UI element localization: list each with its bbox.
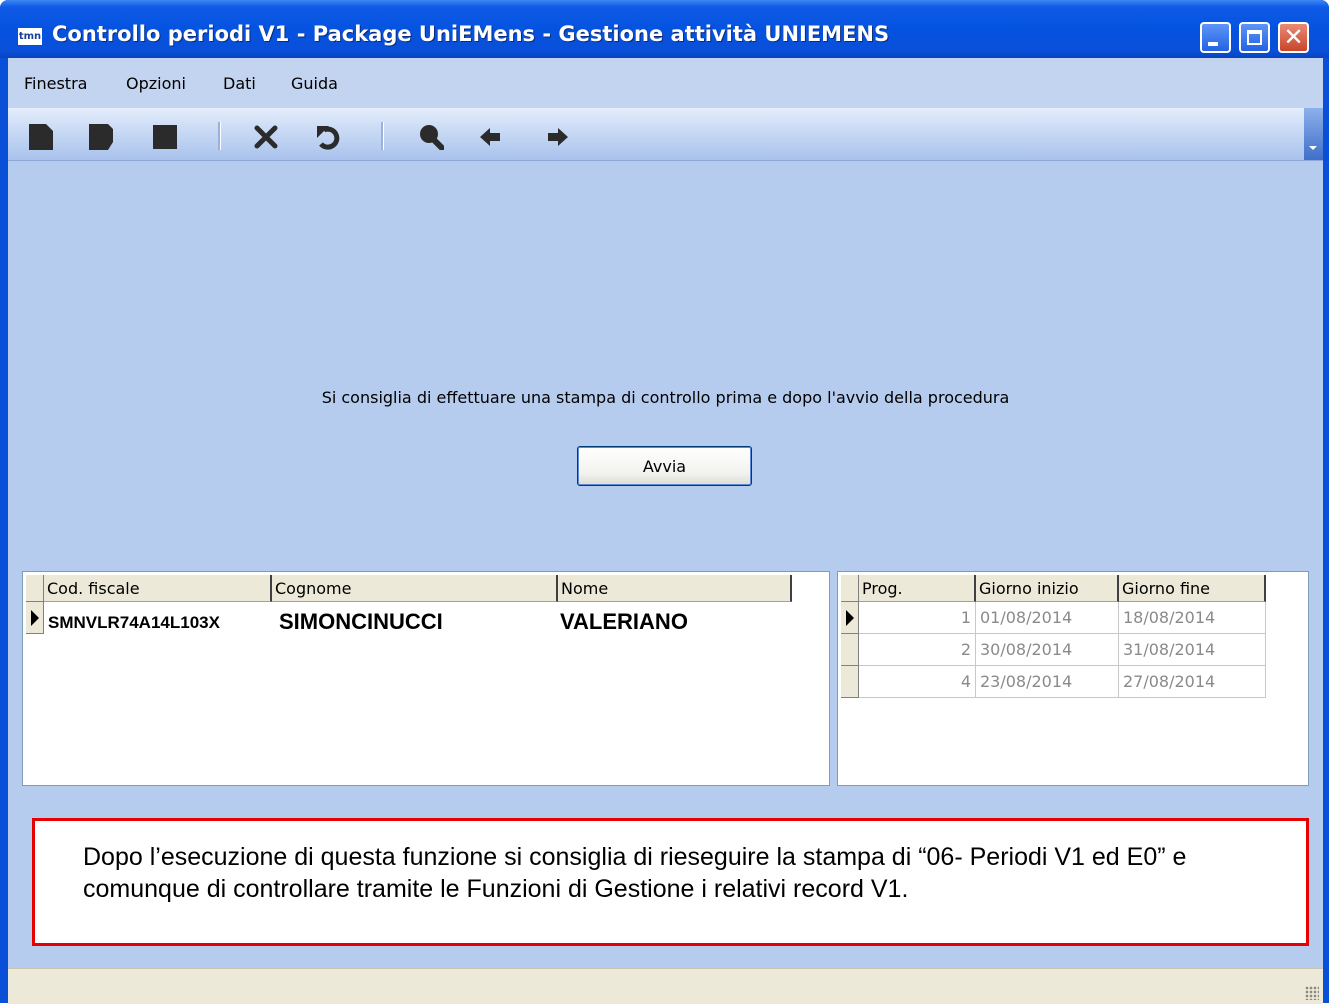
advice-text: Si consiglia di effettuare una stampa di…: [321, 388, 1010, 407]
toolbar-overflow-button[interactable]: [1304, 108, 1323, 160]
column-header-nome[interactable]: Nome: [558, 575, 792, 602]
grid-header-indicator: [841, 575, 859, 602]
cell-prog[interactable]: 2: [859, 634, 976, 666]
menu-dati[interactable]: Dati: [223, 74, 256, 93]
cell-prog[interactable]: 4: [859, 666, 976, 698]
periods-grid[interactable]: Prog. Giorno inizio Giorno fine 1 01/08/…: [837, 571, 1309, 786]
next-icon[interactable]: [544, 124, 570, 150]
cell-prog[interactable]: 1: [859, 602, 976, 634]
cell-giorno-fine[interactable]: 31/08/2014: [1119, 634, 1266, 666]
resize-grip-icon[interactable]: [1305, 986, 1319, 1000]
menu-finestra[interactable]: Finestra: [24, 74, 87, 93]
toolbar-separator: [218, 122, 221, 150]
current-row-arrow-icon: [31, 610, 39, 626]
previous-icon[interactable]: [478, 124, 504, 150]
menu-guida[interactable]: Guida: [291, 74, 338, 93]
cell-giorno-fine[interactable]: 18/08/2014: [1119, 602, 1266, 634]
chevron-down-icon: [1309, 146, 1317, 150]
window-title: Controllo periodi V1 - Package UniEMens …: [52, 22, 890, 46]
row-indicator[interactable]: [841, 666, 859, 698]
cell-giorno-fine[interactable]: 27/08/2014: [1119, 666, 1266, 698]
undo-icon[interactable]: [315, 124, 341, 150]
stop-icon[interactable]: [152, 124, 178, 150]
cell-giorno-inizio[interactable]: 23/08/2014: [976, 666, 1119, 698]
save-icon[interactable]: [88, 124, 114, 150]
cell-nome[interactable]: VALERIANO: [560, 609, 688, 635]
column-header-cognome[interactable]: Cognome: [272, 575, 558, 602]
close-button[interactable]: ✕: [1278, 22, 1309, 53]
status-bar: [8, 968, 1323, 1004]
row-indicator[interactable]: [841, 602, 859, 634]
row-indicator[interactable]: [26, 602, 44, 634]
row-indicator[interactable]: [841, 634, 859, 666]
menu-bar: Finestra Opzioni Dati Guida: [8, 58, 1323, 108]
cell-cognome[interactable]: SIMONCINUCCI: [279, 609, 443, 635]
delete-icon[interactable]: [253, 124, 279, 150]
column-header-cod-fiscale[interactable]: Cod. fiscale: [44, 575, 272, 602]
grid-header-indicator: [26, 575, 44, 602]
menu-opzioni[interactable]: Opzioni: [126, 74, 186, 93]
minimize-button[interactable]: [1200, 22, 1231, 53]
instruction-note-text: Dopo l’esecuzione di questa funzione si …: [83, 843, 1187, 903]
close-icon: ✕: [1283, 23, 1304, 51]
cell-giorno-inizio[interactable]: 30/08/2014: [976, 634, 1119, 666]
column-header-giorno-fine[interactable]: Giorno fine: [1119, 575, 1266, 602]
persons-grid[interactable]: Cod. fiscale Cognome Nome SMNVLR74A14L10…: [22, 571, 830, 786]
column-header-giorno-inizio[interactable]: Giorno inizio: [976, 575, 1119, 602]
instruction-note: Dopo l’esecuzione di questa funzione si …: [32, 818, 1309, 946]
maximize-button[interactable]: [1239, 22, 1270, 53]
app-icon[interactable]: tmn: [18, 28, 42, 45]
current-row-arrow-icon: [846, 610, 854, 626]
maximize-icon: [1247, 30, 1262, 45]
title-bar[interactable]: tmn Controllo periodi V1 - Package UniEM…: [0, 0, 1329, 58]
toolbar-separator: [381, 122, 384, 150]
column-header-prog[interactable]: Prog.: [859, 575, 976, 602]
application-window: tmn Controllo periodi V1 - Package UniEM…: [0, 0, 1329, 1004]
toolbar: [8, 108, 1323, 161]
client-area: Finestra Opzioni Dati Guida Si consiglia…: [8, 58, 1323, 1004]
cell-giorno-inizio[interactable]: 01/08/2014: [976, 602, 1119, 634]
new-icon[interactable]: [28, 124, 54, 150]
cell-cod-fiscale[interactable]: SMNVLR74A14L103X: [48, 613, 220, 633]
minimize-icon: [1208, 42, 1218, 46]
avvia-button[interactable]: Avvia: [577, 446, 752, 486]
search-icon[interactable]: [418, 124, 444, 150]
